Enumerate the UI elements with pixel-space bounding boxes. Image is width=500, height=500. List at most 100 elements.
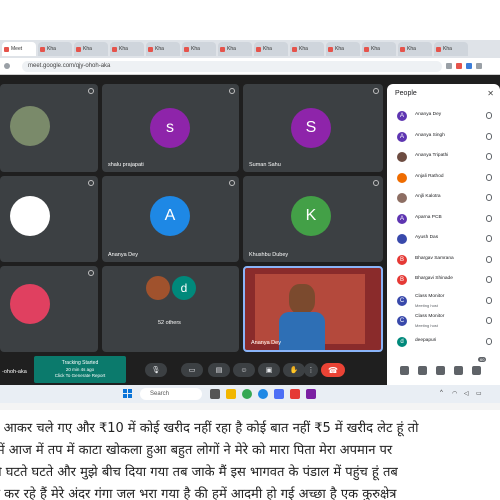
speaker-body — [279, 312, 325, 350]
meet-controls-bar: -ohoh-aka Tracking Started 20 min 4s ago… — [0, 354, 385, 385]
volume-icon[interactable]: ◁ — [464, 390, 469, 397]
participant-tile[interactable] — [0, 176, 98, 262]
tab-favicon-icon — [400, 46, 405, 52]
tray-chevron-icon[interactable]: ^ — [440, 390, 443, 396]
store-icon[interactable] — [274, 389, 284, 399]
camera-button[interactable]: ▭ — [181, 363, 203, 377]
browser-tab[interactable]: Kha — [74, 42, 108, 56]
address-bar: meet.google.com/qjy-ohoh-aka — [0, 58, 500, 75]
participant-avatar: C — [397, 316, 407, 326]
task-view-icon[interactable] — [210, 389, 220, 399]
mic-off-icon — [486, 112, 492, 119]
more-options-button[interactable]: ⋮ — [304, 363, 318, 377]
battery-icon[interactable]: ▭ — [476, 390, 482, 397]
participant-name: Class Monitor — [415, 314, 445, 319]
meeting-code: -ohoh-aka — [2, 369, 27, 375]
edge-icon[interactable] — [258, 389, 268, 399]
participant-avatar: d — [172, 276, 196, 300]
tab-favicon-icon — [292, 46, 297, 52]
chrome-icon[interactable] — [242, 389, 252, 399]
people-list-item[interactable]: Anjali Rathod — [387, 168, 500, 189]
people-list-item[interactable]: d deepapuri — [387, 332, 500, 353]
mic-off-icon — [373, 180, 379, 186]
participant-name: shalu prajapati — [108, 162, 144, 168]
emoji-button[interactable]: ☺ — [233, 363, 255, 377]
info-icon[interactable] — [400, 366, 409, 375]
mic-off-icon — [486, 153, 492, 160]
browser-tab[interactable]: Kha — [146, 42, 180, 56]
people-list-item[interactable]: A Ananya Singh — [387, 127, 500, 148]
participant-name: deepapuri — [415, 337, 437, 343]
chat-icon[interactable] — [436, 366, 445, 375]
video-grid: s shalu prajapati S Suman Sahu A Ananya … — [0, 84, 385, 354]
toast-action[interactable]: Click To Generate Report — [34, 373, 126, 378]
active-video-tile[interactable]: Ananya Dey — [243, 266, 383, 352]
mic-off-icon — [88, 88, 94, 94]
people-list-item[interactable]: Ananya Tripathi — [387, 147, 500, 168]
activities-icon[interactable] — [454, 366, 463, 375]
people-icon[interactable] — [418, 366, 427, 375]
tracking-toast[interactable]: Tracking Started 20 min 4s ago Click To … — [34, 356, 126, 383]
browser-tab[interactable]: Kha — [182, 42, 216, 56]
browser-tab[interactable]: Kha — [254, 42, 288, 56]
bookmark-star-icon[interactable] — [446, 63, 452, 69]
mic-off-icon — [486, 276, 492, 283]
url-field[interactable]: meet.google.com/qjy-ohoh-aka — [22, 60, 442, 72]
browser-tab[interactable]: Kha — [398, 42, 432, 56]
people-list-item[interactable]: C Class Monitor Meeting host — [387, 291, 500, 312]
browser-tab[interactable]: Kha — [434, 42, 468, 56]
participant-tile[interactable]: S Suman Sahu — [243, 84, 383, 172]
taskbar-search[interactable]: Search — [140, 388, 202, 400]
participant-tile[interactable]: s shalu prajapati — [102, 84, 239, 172]
tab-favicon-icon — [76, 46, 81, 52]
people-list-item[interactable]: C Class Monitor Meeting host — [387, 311, 500, 332]
participant-name: Suman Sahu — [249, 162, 281, 168]
others-tile[interactable]: d 52 others — [102, 266, 239, 352]
mic-off-icon — [486, 317, 492, 324]
participant-tile[interactable]: A Ananya Dey — [102, 176, 239, 262]
app-icon[interactable] — [290, 389, 300, 399]
extension-icon[interactable] — [466, 63, 472, 69]
browser-tab[interactable]: Kha — [362, 42, 396, 56]
browser-tab[interactable]: Kha — [218, 42, 252, 56]
participant-photo — [10, 284, 50, 324]
raise-hand-button[interactable]: ✋ — [283, 363, 305, 377]
tab-favicon-icon — [328, 46, 333, 52]
participant-name: Ananya Dey — [251, 340, 281, 346]
tab-label: Kha — [83, 46, 92, 52]
participant-avatar: S — [291, 108, 331, 148]
app-icon[interactable] — [306, 389, 316, 399]
participant-tile[interactable]: K Khushbu Dubey — [243, 176, 383, 262]
browser-tab[interactable]: Kha — [110, 42, 144, 56]
browser-tab[interactable]: Meet — [2, 42, 36, 56]
people-list-item[interactable]: B Bhargavi Shinade — [387, 270, 500, 291]
captions-button[interactable]: ▤ — [208, 363, 230, 377]
tab-label: Kha — [155, 46, 164, 52]
profile-icon[interactable] — [476, 63, 482, 69]
close-icon[interactable]: ✕ — [487, 89, 494, 98]
people-list-item[interactable]: A Ananya Dey — [387, 106, 500, 127]
browser-tab[interactable]: Kha — [326, 42, 360, 56]
people-list-item[interactable]: Anjli Kalotra — [387, 188, 500, 209]
participant-tile[interactable] — [0, 84, 98, 172]
refresh-icon[interactable] — [4, 63, 10, 69]
present-button[interactable]: ▣ — [258, 363, 280, 377]
people-list-item[interactable]: Ayush Das — [387, 229, 500, 250]
end-call-button[interactable]: ☎ — [321, 363, 345, 377]
participant-avatar: A — [397, 213, 407, 224]
browser-tab[interactable]: Kha — [38, 42, 72, 56]
file-explorer-icon[interactable] — [226, 389, 236, 399]
wifi-icon[interactable]: ◠ — [452, 390, 457, 397]
extension-icon[interactable] — [456, 63, 462, 69]
tab-label: Kha — [335, 46, 344, 52]
mic-button[interactable]: 🎙 — [145, 363, 167, 377]
host-controls-icon[interactable] — [472, 366, 481, 375]
tab-favicon-icon — [220, 46, 225, 52]
participant-photo — [10, 106, 50, 146]
browser-tab[interactable]: Kha — [290, 42, 324, 56]
caption-text-area: लोग आकर चले गए और ₹10 में कोई खरीद नहीं … — [0, 410, 500, 500]
participant-tile[interactable] — [0, 266, 98, 352]
people-list-item[interactable]: B Bhargav Samrana — [387, 250, 500, 271]
windows-start-icon[interactable] — [123, 389, 133, 399]
people-list-item[interactable]: A Aparna PCB — [387, 209, 500, 230]
